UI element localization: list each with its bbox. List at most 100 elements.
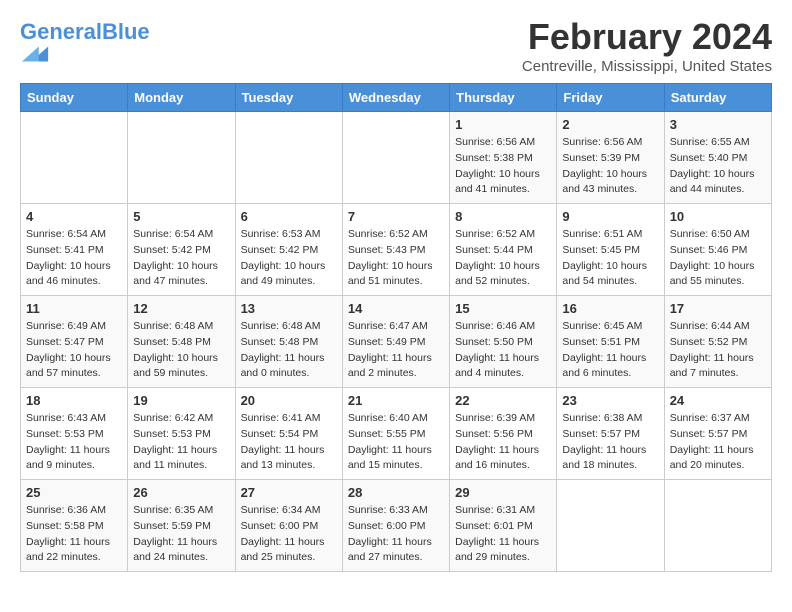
day-info: Sunrise: 6:56 AMSunset: 5:38 PMDaylight:… <box>455 135 551 198</box>
day-cell: 20Sunrise: 6:41 AMSunset: 5:54 PMDayligh… <box>235 388 342 480</box>
day-cell: 26 Sunrise: 6:35 AMSunset: 5:59 PMDayligh… <box>128 480 235 572</box>
day-info: Sunrise: 6:33 AMSunset: 6:00 PMDaylight:… <box>348 503 444 566</box>
day-info: Sunrise: 6:31 AMSunset: 6:01 PMDaylight:… <box>455 503 551 566</box>
day-info: Sunrise: 6:54 AMSunset: 5:42 PMDaylight:… <box>133 227 229 290</box>
day-number: 9 <box>562 209 658 224</box>
day-info: Sunrise: 6:38 AMSunset: 5:57 PMDaylight:… <box>562 411 658 474</box>
header-cell-tuesday: Tuesday <box>235 84 342 112</box>
day-info: Sunrise: 6:48 AMSunset: 5:48 PMDaylight:… <box>241 319 337 382</box>
day-info: Sunrise: 6:53 AMSunset: 5:42 PMDaylight:… <box>241 227 337 290</box>
day-number: 22 <box>455 393 551 408</box>
day-info: Sunrise: 6:56 AMSunset: 5:39 PMDaylight:… <box>562 135 658 198</box>
day-cell: 4Sunrise: 6:54 AMSunset: 5:41 PMDaylight… <box>21 204 128 296</box>
day-cell: 25 Sunrise: 6:36 AMSunset: 5:58 PMDayligh… <box>21 480 128 572</box>
header-cell-thursday: Thursday <box>450 84 557 112</box>
day-cell: 8Sunrise: 6:52 AMSunset: 5:44 PMDaylight… <box>450 204 557 296</box>
day-number: 29 <box>455 485 551 500</box>
day-number: 27 <box>241 485 337 500</box>
day-number: 15 <box>455 301 551 316</box>
day-cell: 16 Sunrise: 6:45 AMSunset: 5:51 PMDayligh… <box>557 296 664 388</box>
day-info: Sunrise: 6:39 AMSunset: 5:56 PMDaylight:… <box>455 411 551 474</box>
logo-icon <box>22 40 50 68</box>
header-row: SundayMondayTuesdayWednesdayThursdayFrid… <box>21 84 772 112</box>
day-info: Sunrise: 6:51 AMSunset: 5:45 PMDaylight:… <box>562 227 658 290</box>
day-info: Sunrise: 6:40 AMSunset: 5:55 PMDaylight:… <box>348 411 444 474</box>
day-cell: 9 Sunrise: 6:51 AMSunset: 5:45 PMDaylight… <box>557 204 664 296</box>
day-cell <box>664 480 771 572</box>
day-cell <box>342 112 449 204</box>
day-number: 28 <box>348 485 444 500</box>
day-info: Sunrise: 6:37 AMSunset: 5:57 PMDaylight:… <box>670 411 766 474</box>
day-info: Sunrise: 6:55 AMSunset: 5:40 PMDaylight:… <box>670 135 766 198</box>
day-info: Sunrise: 6:52 AMSunset: 5:43 PMDaylight:… <box>348 227 444 290</box>
day-info: Sunrise: 6:47 AMSunset: 5:49 PMDaylight:… <box>348 319 444 382</box>
day-number: 16 <box>562 301 658 316</box>
day-number: 1 <box>455 117 551 132</box>
day-number: 3 <box>670 117 766 132</box>
day-cell <box>235 112 342 204</box>
day-cell: 15 Sunrise: 6:46 AMSunset: 5:50 PMDayligh… <box>450 296 557 388</box>
day-cell <box>21 112 128 204</box>
day-info: Sunrise: 6:48 AMSunset: 5:48 PMDaylight:… <box>133 319 229 382</box>
day-info: Sunrise: 6:50 AMSunset: 5:46 PMDaylight:… <box>670 227 766 290</box>
day-info: Sunrise: 6:36 AMSunset: 5:58 PMDaylight:… <box>26 503 122 566</box>
header-cell-saturday: Saturday <box>664 84 771 112</box>
day-info: Sunrise: 6:52 AMSunset: 5:44 PMDaylight:… <box>455 227 551 290</box>
day-number: 20 <box>241 393 337 408</box>
day-info: Sunrise: 6:35 AMSunset: 5:59 PMDaylight:… <box>133 503 229 566</box>
day-number: 24 <box>670 393 766 408</box>
day-cell: 11 Sunrise: 6:49 AMSunset: 5:47 PMDayligh… <box>21 296 128 388</box>
day-info: Sunrise: 6:34 AMSunset: 6:00 PMDaylight:… <box>241 503 337 566</box>
day-cell: 24 Sunrise: 6:37 AMSunset: 5:57 PMDayligh… <box>664 388 771 480</box>
location: Centreville, Mississippi, United States <box>522 58 772 75</box>
day-number: 11 <box>26 301 122 316</box>
day-cell: 2 Sunrise: 6:56 AMSunset: 5:39 PMDaylight… <box>557 112 664 204</box>
calendar-body: 1 Sunrise: 6:56 AMSunset: 5:38 PMDaylight… <box>21 112 772 572</box>
day-cell: 13 Sunrise: 6:48 AMSunset: 5:48 PMDayligh… <box>235 296 342 388</box>
day-cell: 1 Sunrise: 6:56 AMSunset: 5:38 PMDaylight… <box>450 112 557 204</box>
day-number: 2 <box>562 117 658 132</box>
day-number: 10 <box>670 209 766 224</box>
header-cell-monday: Monday <box>128 84 235 112</box>
day-number: 14 <box>348 301 444 316</box>
day-cell: 19 Sunrise: 6:42 AMSunset: 5:53 PMDayligh… <box>128 388 235 480</box>
day-cell: 6Sunrise: 6:53 AMSunset: 5:42 PMDaylight… <box>235 204 342 296</box>
logo: GeneralBlue <box>20 20 150 73</box>
day-number: 23 <box>562 393 658 408</box>
day-cell: 18Sunrise: 6:43 AMSunset: 5:53 PMDayligh… <box>21 388 128 480</box>
day-number: 17 <box>670 301 766 316</box>
day-cell: 23 Sunrise: 6:38 AMSunset: 5:57 PMDayligh… <box>557 388 664 480</box>
logo-blue: Blue <box>102 19 150 44</box>
day-cell <box>128 112 235 204</box>
header-cell-sunday: Sunday <box>21 84 128 112</box>
day-number: 13 <box>241 301 337 316</box>
day-cell: 27 Sunrise: 6:34 AMSunset: 6:00 PMDayligh… <box>235 480 342 572</box>
day-number: 12 <box>133 301 229 316</box>
day-cell: 28 Sunrise: 6:33 AMSunset: 6:00 PMDayligh… <box>342 480 449 572</box>
day-number: 25 <box>26 485 122 500</box>
day-cell <box>557 480 664 572</box>
day-info: Sunrise: 6:54 AMSunset: 5:41 PMDaylight:… <box>26 227 122 290</box>
month-year: February 2024 <box>522 16 772 58</box>
day-number: 18 <box>26 393 122 408</box>
day-cell: 5 Sunrise: 6:54 AMSunset: 5:42 PMDaylight… <box>128 204 235 296</box>
day-info: Sunrise: 6:45 AMSunset: 5:51 PMDaylight:… <box>562 319 658 382</box>
week-row-1: 4Sunrise: 6:54 AMSunset: 5:41 PMDaylight… <box>21 204 772 296</box>
header-cell-wednesday: Wednesday <box>342 84 449 112</box>
week-row-3: 18Sunrise: 6:43 AMSunset: 5:53 PMDayligh… <box>21 388 772 480</box>
day-number: 26 <box>133 485 229 500</box>
week-row-0: 1 Sunrise: 6:56 AMSunset: 5:38 PMDaylight… <box>21 112 772 204</box>
day-info: Sunrise: 6:44 AMSunset: 5:52 PMDaylight:… <box>670 319 766 382</box>
day-number: 7 <box>348 209 444 224</box>
day-cell: 17 Sunrise: 6:44 AMSunset: 5:52 PMDayligh… <box>664 296 771 388</box>
day-number: 5 <box>133 209 229 224</box>
day-cell: 21Sunrise: 6:40 AMSunset: 5:55 PMDayligh… <box>342 388 449 480</box>
day-cell: 29 Sunrise: 6:31 AMSunset: 6:01 PMDayligh… <box>450 480 557 572</box>
day-info: Sunrise: 6:46 AMSunset: 5:50 PMDaylight:… <box>455 319 551 382</box>
day-info: Sunrise: 6:42 AMSunset: 5:53 PMDaylight:… <box>133 411 229 474</box>
day-cell: 7 Sunrise: 6:52 AMSunset: 5:43 PMDaylight… <box>342 204 449 296</box>
day-info: Sunrise: 6:49 AMSunset: 5:47 PMDaylight:… <box>26 319 122 382</box>
header: GeneralBlue February 2024 Centreville, M… <box>20 16 772 75</box>
day-number: 19 <box>133 393 229 408</box>
title-area: February 2024 Centreville, Mississippi, … <box>522 16 772 75</box>
